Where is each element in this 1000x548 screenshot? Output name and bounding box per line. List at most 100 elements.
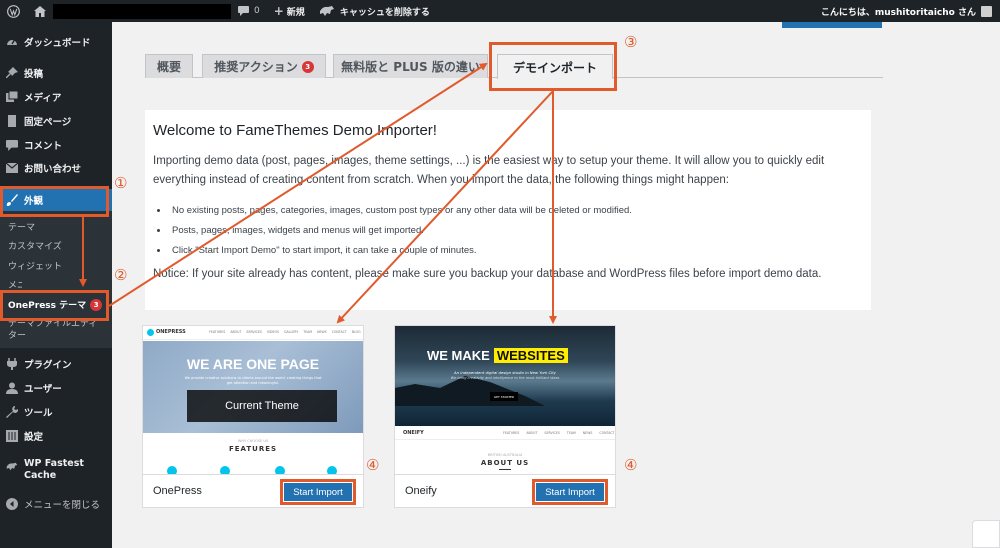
tab-label: 概要: [156, 60, 181, 74]
pages-icon: [6, 115, 18, 127]
tab-label: 無料版と PLUS 版の違い: [341, 60, 480, 74]
step-number-4b: ④: [624, 456, 638, 474]
tab-free-vs-plus[interactable]: 無料版と PLUS 版の違い: [333, 54, 488, 78]
tab-label: 推奨アクション: [214, 60, 298, 74]
greeting: こんにちは、mushitoritaicho さん: [820, 7, 976, 18]
my-account[interactable]: こんにちは、mushitoritaicho さん: [821, 5, 1000, 18]
preview-section-kicker: BRITISH AUSTRALIA: [487, 453, 523, 457]
comment-count: 0: [254, 6, 260, 16]
preview-nav-item: FEATURES: [209, 330, 226, 334]
admin-bar: 0 + 新規 キャッシュを削除する こんにちは、mushitoritaicho …: [0, 0, 1000, 22]
sidebar-item-pages[interactable]: 固定ページ: [0, 111, 112, 131]
sidebar-item-label: コメント: [24, 141, 63, 152]
dashboard-icon: [6, 36, 18, 48]
demo-name: OnePress: [153, 485, 202, 497]
cache-label: キャッシュを削除する: [339, 7, 430, 18]
list-item-text: Posts, pages, images, widgets and menus …: [172, 224, 424, 236]
step-number-3: ③: [624, 33, 638, 51]
logo-icon: [147, 329, 154, 336]
tab-overview[interactable]: 概要: [145, 54, 193, 78]
demo-card-oneify: WE MAKE WEBSITES An independent digital …: [394, 325, 616, 508]
home-icon[interactable]: [27, 0, 53, 22]
media-icon: [6, 91, 18, 103]
sidebar-item-plugins[interactable]: プラグイン: [0, 354, 112, 374]
comment-icon: [6, 139, 18, 151]
sidebar-item-label: メディア: [24, 93, 62, 104]
site-name-redacted[interactable]: [53, 3, 231, 19]
panel-title: Welcome to FameThemes Demo Importer!: [153, 122, 437, 139]
submenu-theme-editor[interactable]: テーマファイルエディター: [8, 318, 104, 342]
clear-cache-link[interactable]: キャッシュを削除する: [312, 0, 437, 22]
list-item: Click "Start Import Demo" to start impor…: [153, 240, 632, 260]
list-item-text: No existing posts, pages, categories, im…: [172, 204, 632, 216]
tab-recommended-actions[interactable]: 推奨アクション 3: [202, 54, 326, 78]
sidebar-item-media[interactable]: メディア: [0, 87, 112, 107]
step-number-1: ①: [114, 174, 128, 192]
start-import-button[interactable]: Start Import: [532, 479, 608, 505]
start-import-button[interactable]: Start Import: [280, 479, 356, 505]
preview-cta: GET STARTED: [490, 392, 518, 401]
tab-label: デモインポート: [512, 60, 597, 75]
preview-headline: WE MAKE WEBSITES: [427, 348, 568, 363]
submenu-menus[interactable]: メニュー: [8, 278, 22, 291]
submenu-themes[interactable]: テーマ: [8, 220, 35, 233]
corner-widget[interactable]: [972, 520, 1000, 548]
sidebar-item-tools[interactable]: ツール: [0, 402, 112, 422]
step-number-4: ④: [366, 456, 380, 474]
list-item: No existing posts, pages, categories, im…: [153, 200, 632, 220]
preview-headline-highlight: WEBSITES: [493, 348, 568, 363]
top-action-button[interactable]: [782, 22, 882, 28]
sidebar-item-label: お問い合わせ: [24, 164, 82, 175]
demo-preview-onepress[interactable]: ONEPRESS FEATURES ABOUT SERVICES VIDEOS GALL…: [143, 326, 363, 474]
sidebar-item-label: 設定: [24, 432, 44, 443]
preview-sub: An independent digital design studio in …: [454, 370, 556, 375]
collapse-menu[interactable]: メニューを閉じる: [0, 494, 112, 514]
preview-nav-item: FEATURES: [503, 431, 520, 435]
preview-nav-item: NEWS: [317, 330, 327, 334]
wordpress-logo-icon[interactable]: [0, 0, 27, 22]
feature-icon: [167, 466, 177, 474]
feature-icon: [327, 466, 337, 474]
preview-nav-item: SERVICES: [544, 431, 560, 435]
wrench-icon: [6, 406, 18, 418]
current-theme-label: Current Theme: [187, 390, 337, 422]
preview-headline: WE ARE ONE PAGE: [186, 356, 320, 372]
preview-nav-item: NEWS: [582, 431, 593, 435]
sidebar-item-label: プラグイン: [24, 360, 72, 371]
demo-preview-oneify[interactable]: WE MAKE WEBSITES An independent digital …: [395, 326, 615, 474]
preview-headline-part: WE MAKE: [427, 348, 490, 363]
new-label: 新規: [286, 7, 305, 18]
preview-nav: FEATURES ABOUT SERVICES VIDEOS GALLERY TEAM NE…: [209, 330, 361, 334]
plugin-icon: [6, 358, 18, 370]
sidebar-item-contact[interactable]: お問い合わせ: [0, 158, 112, 178]
submenu-onepress-theme[interactable]: OnePress テーマ 3: [8, 298, 103, 311]
preview-nav-item: TEAM: [303, 330, 313, 334]
panel-intro: Importing demo data (post, pages, images…: [153, 155, 825, 186]
mail-icon: [6, 162, 18, 174]
main-content: 概要 推奨アクション 3 無料版と PLUS 版の違い デモインポート Welco…: [112, 22, 1000, 548]
preview-nav-item: CONTACT: [599, 431, 615, 435]
preview-nav-item: ABOUT: [526, 431, 538, 435]
preview-brand: ONEPRESS: [156, 329, 186, 335]
preview-section-title: FEATURES: [228, 445, 278, 453]
preview-nav-item: VIDEOS: [266, 330, 280, 334]
backup-notice: Notice: If your site already has content…: [153, 268, 822, 280]
sidebar-item-appearance[interactable]: 外観: [0, 189, 112, 211]
sidebar-item-dashboard[interactable]: ダッシュボード: [0, 32, 112, 52]
sidebar-item-label: ダッシュボード: [24, 38, 91, 49]
demo-card-onepress: ONEPRESS FEATURES ABOUT SERVICES VIDEOS GALL…: [142, 325, 364, 508]
submenu-customize[interactable]: カスタマイズ: [8, 239, 62, 252]
sidebar-item-comments[interactable]: コメント: [0, 135, 112, 155]
sidebar-item-wp-fastest-cache[interactable]: WP Fastest Cache: [0, 458, 112, 488]
sidebar-item-users[interactable]: ユーザー: [0, 378, 112, 398]
sidebar-item-settings[interactable]: 設定: [0, 426, 112, 446]
list-item-text: Click "Start Import Demo" to start impor…: [172, 244, 477, 256]
preview-sub: We provide creative solutions to clients…: [184, 376, 322, 385]
feature-icon: [220, 466, 230, 474]
tab-demo-import[interactable]: デモインポート: [497, 54, 613, 79]
submenu-widgets[interactable]: ウィジェット: [8, 259, 62, 272]
preview-nav-item: TEAM: [566, 431, 576, 435]
new-content-link[interactable]: + 新規: [267, 0, 312, 22]
comments-link[interactable]: 0: [231, 0, 267, 22]
sidebar-item-posts[interactable]: 投稿: [0, 63, 112, 83]
